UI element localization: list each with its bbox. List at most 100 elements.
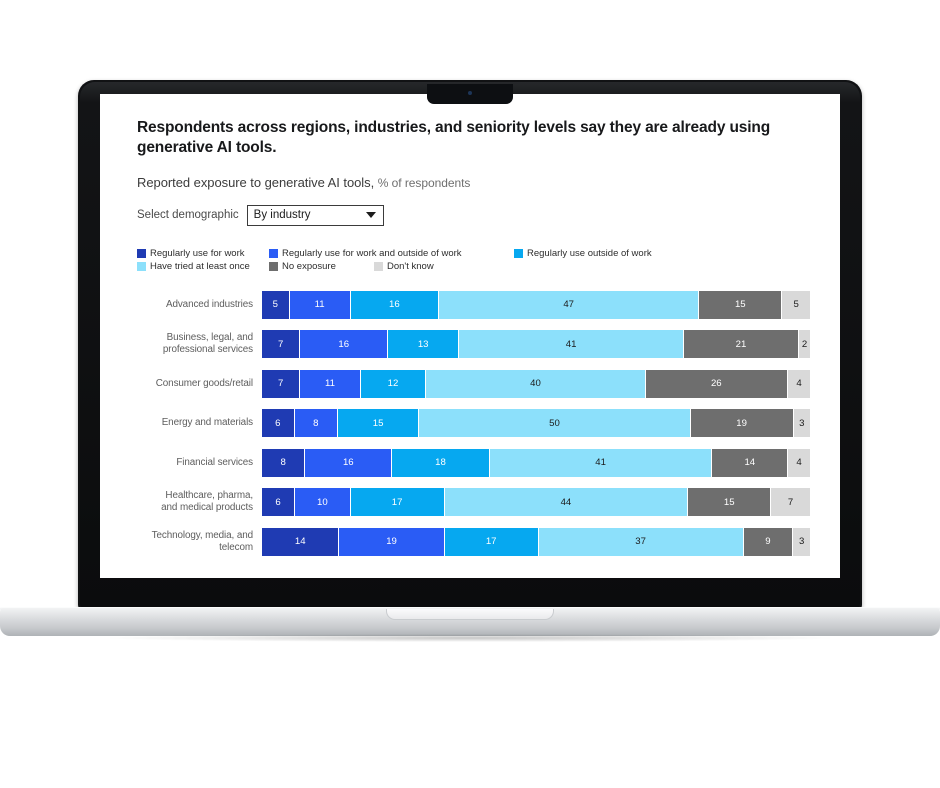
chart-row: Consumer goods/retail 7 11 12 40 26 4 — [137, 369, 810, 398]
chart-row-label: Financial services — [176, 456, 253, 468]
bar-segment[interactable]: 16 — [300, 330, 389, 359]
laptop-screen: Respondents across regions, industries, … — [100, 94, 840, 578]
chart-plot-area: Advanced industries 5 11 16 47 15 5 Business, l… — [137, 290, 810, 556]
bar-segment[interactable]: 19 — [339, 527, 445, 556]
legend-item-5[interactable]: Don't know — [374, 261, 434, 272]
bar-segment[interactable]: 17 — [350, 488, 445, 517]
chart-subtitle-main: Reported exposure to generative AI tools… — [137, 174, 375, 190]
bar-segment[interactable]: 17 — [444, 527, 539, 556]
bar-segment[interactable]: 14 — [712, 448, 789, 477]
chart-row: Advanced industries 5 11 16 47 15 5 — [137, 290, 810, 319]
stacked-bar: 7 11 12 40 26 4 — [262, 369, 810, 398]
chart-row-label: Technology, media, and telecom — [151, 529, 253, 553]
legend-label: No exposure — [282, 260, 336, 272]
bar-segment[interactable]: 41 — [459, 330, 684, 359]
bar-segment[interactable]: 6 — [262, 409, 295, 438]
legend-label: Don't know — [387, 260, 434, 272]
chevron-down-icon — [365, 212, 376, 219]
bar-segment[interactable]: 2 — [799, 330, 810, 359]
chart-row-label: Advanced industries — [165, 298, 253, 310]
bar-segment[interactable]: 14 — [262, 527, 340, 556]
bar-segment[interactable]: 16 — [350, 290, 440, 319]
bar-segment[interactable]: 8 — [294, 409, 338, 438]
stacked-bar: 6 10 17 44 15 7 — [262, 488, 810, 517]
chart-row-label: Energy and materials — [161, 417, 253, 429]
select-demographic-label: Select demographic — [137, 209, 239, 222]
bar-segment[interactable]: 26 — [645, 369, 789, 398]
chart-subtitle-unit: % of respondents — [377, 175, 471, 190]
legend-item-4[interactable]: No exposure — [269, 261, 374, 272]
bar-segment[interactable]: 9 — [743, 527, 794, 556]
bar-segment[interactable]: 21 — [683, 330, 800, 359]
demographic-select-value: By industry — [253, 209, 311, 222]
bar-segment[interactable]: 3 — [793, 527, 810, 556]
legend-row: Have tried at least once No exposure Don't… — [137, 261, 697, 272]
bar-segment[interactable]: 37 — [538, 527, 744, 556]
legend-label: Regularly use for work and outside of wo… — [282, 247, 462, 259]
bar-segment[interactable]: 11 — [300, 369, 361, 398]
bar-segment[interactable]: 7 — [262, 369, 301, 398]
bar-segment[interactable]: 15 — [337, 409, 420, 438]
legend-item-1[interactable]: Regularly use for work and outside of wo… — [269, 248, 514, 259]
bar-segment[interactable]: 50 — [419, 409, 691, 438]
laptop-shadow — [110, 634, 830, 642]
bar-segment[interactable]: 5 — [262, 290, 290, 319]
legend-swatch-icon — [269, 261, 278, 271]
legend-swatch-icon — [269, 248, 278, 258]
legend-swatch-icon — [374, 261, 383, 271]
bar-segment[interactable]: 40 — [426, 369, 646, 398]
bar-segment[interactable]: 7 — [262, 330, 301, 359]
chart-row-label: Consumer goods/retail — [155, 377, 253, 389]
stacked-bar: 14 19 17 37 9 3 — [262, 527, 810, 556]
legend-swatch-icon — [137, 261, 146, 271]
legend-swatch-icon — [514, 248, 523, 258]
stacked-bar: 7 16 13 41 21 2 — [262, 330, 810, 359]
bar-segment[interactable]: 11 — [289, 290, 351, 319]
legend-label: Regularly use outside of work — [527, 247, 652, 259]
legend-label: Regularly use for work — [150, 247, 245, 259]
legend-item-3[interactable]: Have tried at least once — [137, 261, 269, 272]
bar-segment[interactable]: 15 — [688, 488, 772, 517]
legend-label: Have tried at least once — [150, 260, 250, 272]
chart-subtitle: Reported exposure to generative AI tools… — [137, 175, 810, 190]
bar-segment[interactable]: 19 — [690, 409, 794, 438]
chart-page: Respondents across regions, industries, … — [100, 94, 840, 578]
stacked-bar: 6 8 15 50 19 3 — [262, 409, 810, 438]
chart-row-label: Business, legal, and professional service… — [162, 332, 253, 356]
chart-row: Financial services 8 16 18 41 14 4 — [137, 448, 810, 477]
bar-segment[interactable]: 41 — [489, 448, 713, 477]
chart-row: Business, legal, and professional service… — [137, 330, 810, 359]
bar-segment[interactable]: 44 — [444, 488, 689, 517]
bar-segment[interactable]: 18 — [392, 448, 490, 477]
bar-segment[interactable]: 10 — [295, 488, 351, 517]
stacked-bar: 5 11 16 47 15 5 — [262, 290, 810, 319]
bar-segment[interactable]: 5 — [782, 290, 810, 319]
bar-segment[interactable]: 12 — [360, 369, 427, 398]
legend-item-0[interactable]: Regularly use for work — [137, 248, 269, 259]
bar-segment[interactable]: 15 — [699, 290, 783, 319]
chart-legend: Regularly use for work Regularly use for … — [137, 248, 697, 272]
chart-row-label: Healthcare, pharma, and medical products — [161, 490, 253, 514]
bar-segment[interactable]: 8 — [262, 448, 306, 477]
laptop-base-notch — [386, 609, 554, 620]
bar-segment[interactable]: 6 — [262, 488, 296, 517]
demographic-control-row: Select demographic By industry — [137, 204, 810, 226]
legend-row: Regularly use for work Regularly use for … — [137, 248, 697, 259]
bar-segment[interactable]: 7 — [771, 488, 810, 517]
legend-item-2[interactable]: Regularly use outside of work — [514, 248, 652, 259]
bar-segment[interactable]: 4 — [788, 448, 810, 477]
demographic-select[interactable]: By industry — [246, 204, 384, 226]
legend-swatch-icon — [137, 248, 146, 258]
bar-segment[interactable]: 13 — [388, 330, 460, 359]
laptop-mockup: Respondents across regions, industries, … — [0, 0, 940, 788]
stacked-bar: 8 16 18 41 14 4 — [262, 448, 810, 477]
bar-segment[interactable]: 3 — [793, 409, 810, 438]
webcam-icon — [468, 91, 472, 95]
chart-row: Technology, media, and telecom 14 19 17 37 9 3 — [137, 527, 810, 556]
page-title: Respondents across regions, industries, … — [137, 119, 771, 157]
chart-row: Energy and materials 6 8 15 50 19 3 — [137, 409, 810, 438]
bar-segment[interactable]: 4 — [788, 369, 810, 398]
chart-row: Healthcare, pharma, and medical products 6… — [137, 488, 810, 517]
bar-segment[interactable]: 16 — [305, 448, 393, 477]
bar-segment[interactable]: 47 — [439, 290, 700, 319]
